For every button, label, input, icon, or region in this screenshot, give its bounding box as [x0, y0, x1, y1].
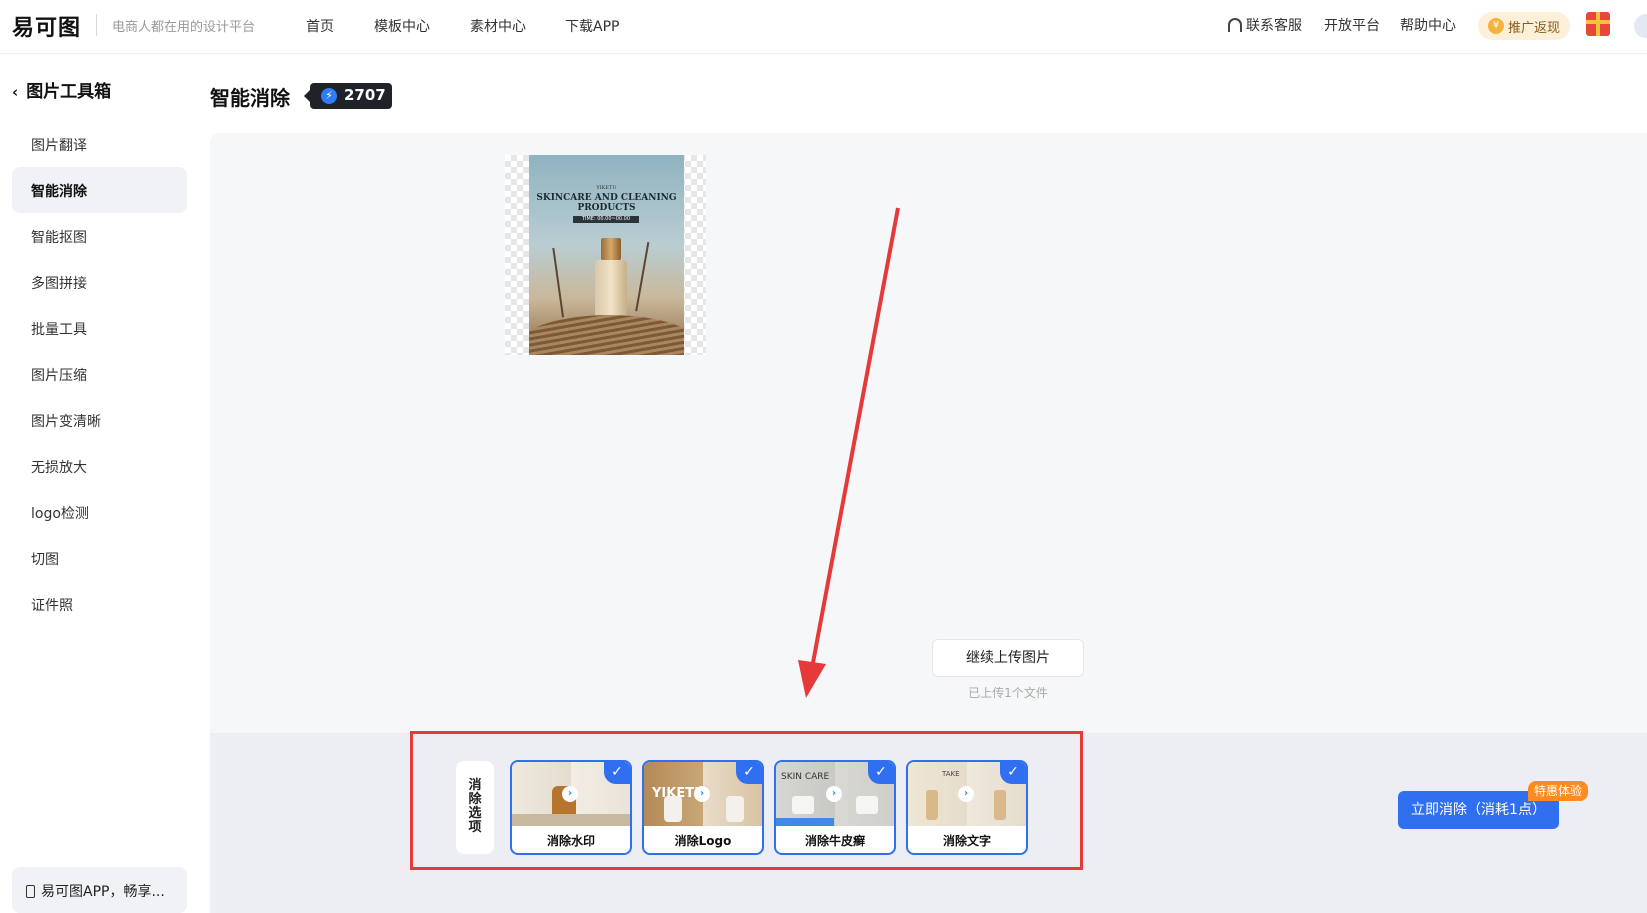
arrow-head [798, 660, 826, 698]
arrow-shaft [810, 207, 900, 669]
annotation-arrow [798, 207, 900, 698]
